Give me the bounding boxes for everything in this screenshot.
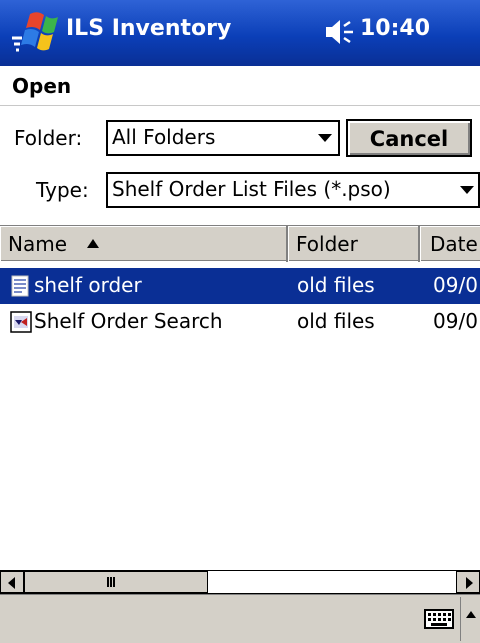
- file-name: shelf order: [34, 273, 142, 297]
- dialog-header: Open: [0, 66, 480, 106]
- keyboard-icon[interactable]: [424, 607, 454, 631]
- column-header: Name Folder Date: [0, 225, 480, 262]
- file-date: 09/0: [433, 273, 478, 297]
- cancel-button-label: Cancel: [369, 127, 449, 151]
- column-date-header[interactable]: Date: [420, 226, 480, 262]
- file-list[interactable]: shelf order old files 09/0 Shelf Order S…: [0, 262, 480, 570]
- type-dropdown-value: Shelf Order List Files (*.pso): [112, 177, 391, 201]
- scroll-left-button[interactable]: [0, 571, 24, 593]
- column-folder-header[interactable]: Folder: [288, 226, 420, 262]
- file-name: Shelf Order Search: [34, 309, 223, 333]
- cancel-button[interactable]: Cancel: [346, 119, 472, 157]
- file-row[interactable]: shelf order old files 09/0: [0, 268, 480, 304]
- file-row[interactable]: Shelf Order Search old files 09/0: [0, 304, 480, 340]
- menu-bar: [0, 594, 480, 643]
- clock[interactable]: 10:40: [360, 16, 430, 41]
- column-date-label: Date: [430, 232, 478, 256]
- input-panel-toggle[interactable]: [460, 597, 480, 641]
- file-date: 09/0: [433, 309, 478, 333]
- arrow-right-icon: [466, 577, 473, 589]
- file-icon: [11, 275, 29, 297]
- speaker-icon[interactable]: [322, 16, 356, 48]
- folder-dropdown-value: All Folders: [112, 125, 216, 149]
- windows-start-icon[interactable]: [10, 8, 60, 56]
- arrow-left-icon: [8, 577, 15, 589]
- scrollbar-thumb[interactable]: [24, 571, 208, 593]
- column-folder-label: Folder: [296, 232, 358, 256]
- dropdown-arrow-icon: [318, 134, 332, 142]
- file-folder: old files: [297, 309, 375, 333]
- dialog-title: Open: [12, 74, 72, 98]
- title-bar: ILS Inventory 10:40: [0, 0, 480, 66]
- column-name-header[interactable]: Name: [0, 226, 288, 262]
- type-dropdown[interactable]: Shelf Order List Files (*.pso): [106, 172, 480, 208]
- scroll-right-button[interactable]: [456, 571, 480, 593]
- app-title: ILS Inventory: [66, 16, 232, 41]
- folder-label: Folder:: [14, 126, 83, 150]
- file-folder: old files: [297, 273, 375, 297]
- arrow-up-icon: [466, 611, 476, 618]
- dropdown-arrow-icon: [460, 186, 474, 194]
- type-label: Type:: [36, 178, 89, 202]
- horizontal-scrollbar[interactable]: [0, 570, 480, 594]
- folder-dropdown[interactable]: All Folders: [106, 120, 340, 156]
- sort-ascending-icon: [87, 239, 99, 248]
- column-name-label: Name: [8, 232, 68, 256]
- grip-icon: [107, 577, 115, 587]
- search-file-icon: [10, 311, 32, 333]
